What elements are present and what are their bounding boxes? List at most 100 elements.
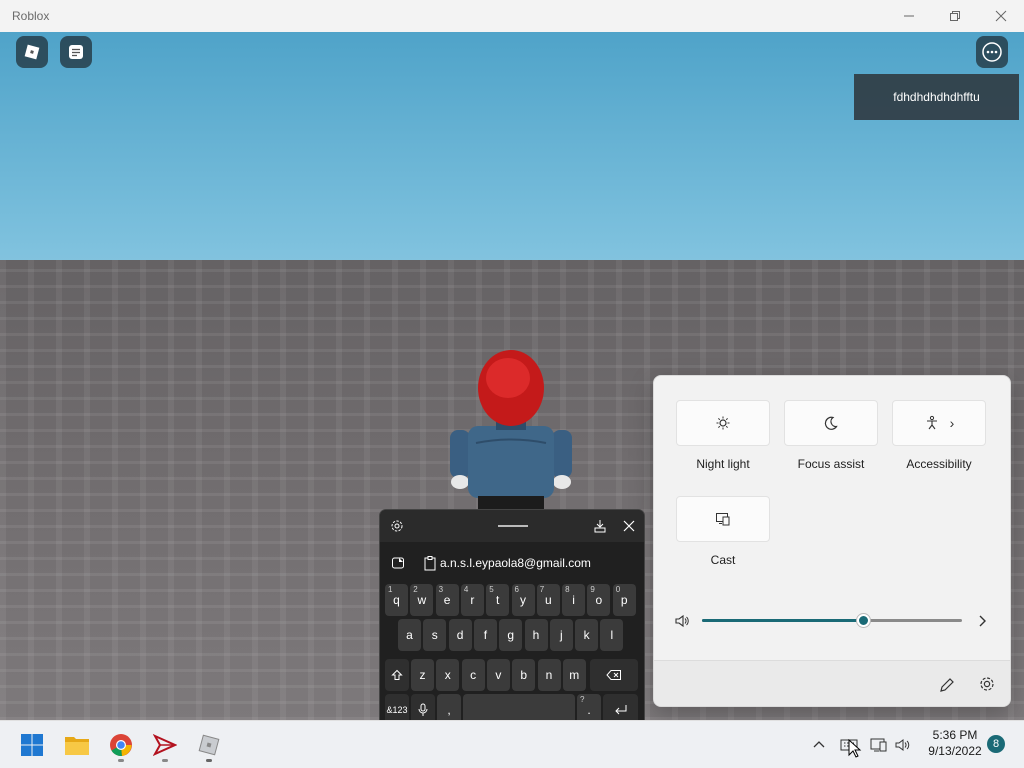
microphone-icon <box>418 703 428 716</box>
key-2-row2[interactable]: d <box>448 619 472 651</box>
focus-assist-toggle[interactable] <box>784 400 878 446</box>
enter-icon <box>614 705 626 715</box>
clipboard-icon <box>424 556 436 571</box>
key-5-row3[interactable]: n <box>537 659 561 691</box>
night-light-label: Night light <box>696 457 750 471</box>
keyboard-close-icon[interactable] <box>622 519 636 533</box>
key-2-row1[interactable]: 3e <box>435 584 459 616</box>
gear-icon[interactable] <box>978 675 996 693</box>
window-titlebar: Roblox <box>0 0 1024 32</box>
key-label: p <box>620 593 628 607</box>
key-label: q <box>393 593 400 607</box>
key-2-row3[interactable]: c <box>461 659 485 691</box>
close-icon <box>995 10 1007 22</box>
audio-output-chevron-icon[interactable] <box>976 613 990 629</box>
arrow-app-button[interactable] <box>149 729 181 761</box>
cast-toggle[interactable] <box>676 496 770 542</box>
speaker-icon[interactable] <box>674 613 690 629</box>
key-number-hint: 0 <box>615 585 621 594</box>
key-6-row3[interactable]: m <box>562 659 586 691</box>
key-label: o <box>595 593 603 607</box>
volume-slider-thumb[interactable] <box>857 614 871 627</box>
period-key-alt: ? <box>580 695 585 704</box>
key-5-row1[interactable]: 6y <box>511 584 535 616</box>
restore-icon <box>950 11 960 21</box>
minimize-icon <box>904 15 914 17</box>
key-8-row2[interactable]: l <box>600 619 624 651</box>
minimize-button[interactable] <box>886 0 932 32</box>
mouse-cursor-icon <box>848 739 862 758</box>
key-number-hint: 1 <box>388 585 393 594</box>
night-light-toggle[interactable] <box>676 400 770 446</box>
key-number-hint: 8 <box>565 585 570 594</box>
clipboard-suggestion[interactable]: a.n.s.l.eypaola8@gmail.com <box>440 556 591 570</box>
key-number-hint: 9 <box>590 585 595 594</box>
more-options-icon <box>982 42 1002 62</box>
chat-button[interactable] <box>60 36 92 68</box>
quick-settings-footer <box>654 660 1010 706</box>
network-icon[interactable] <box>870 737 888 753</box>
focus-assist-label: Focus assist <box>797 457 865 471</box>
chrome-button[interactable] <box>105 729 137 761</box>
key-label: y <box>520 593 526 607</box>
notification-badge[interactable]: 8 <box>987 735 1005 753</box>
key-1-row2[interactable]: s <box>423 619 447 651</box>
key-0-row1[interactable]: 1q <box>385 584 408 616</box>
key-3-row1[interactable]: 4r <box>460 584 484 616</box>
arrow-app-running-indicator <box>162 759 168 762</box>
key-3-row2[interactable]: f <box>473 619 497 651</box>
key-4-row3[interactable]: b <box>512 659 536 691</box>
key-6-row2[interactable]: j <box>549 619 573 651</box>
key-4-row1[interactable]: 5t <box>486 584 510 616</box>
keyboard-drag-handle[interactable] <box>498 525 528 527</box>
key-number-hint: 7 <box>539 585 545 594</box>
roblox-menu-button[interactable] <box>16 36 48 68</box>
dock-keyboard-icon[interactable] <box>593 519 607 533</box>
clock-date: 9/13/2022 <box>928 744 982 758</box>
key-number-hint: 5 <box>489 585 494 594</box>
keyboard-settings-gear-icon[interactable] <box>390 519 404 533</box>
cast-icon <box>716 513 730 526</box>
volume-tray-icon[interactable] <box>894 737 912 753</box>
focus-assist-icon <box>824 416 838 430</box>
shift-icon <box>391 669 403 680</box>
shift-key[interactable] <box>385 659 409 691</box>
chat-icon <box>69 45 83 59</box>
accessibility-icon <box>926 415 937 430</box>
chevron-up-icon[interactable] <box>812 738 826 750</box>
emoji-sticker-icon[interactable] <box>391 556 405 570</box>
accessibility-toggle[interactable]: › <box>892 400 986 446</box>
quick-settings-panel: Night light Focus assist › Accessibility… <box>653 375 1011 707</box>
close-window-button[interactable] <box>978 0 1024 32</box>
key-label: e <box>443 593 451 607</box>
key-7-row2[interactable]: k <box>575 619 599 651</box>
key-1-row1[interactable]: 2w <box>410 584 434 616</box>
key-number-hint: 4 <box>463 585 469 594</box>
roblox-taskbar-button[interactable] <box>193 729 225 761</box>
key-6-row1[interactable]: 7u <box>536 584 560 616</box>
restore-button[interactable] <box>932 0 978 32</box>
key-9-row1[interactable]: 0p <box>612 584 636 616</box>
file-explorer-button[interactable] <box>61 729 93 761</box>
taskbar-clock[interactable]: 5:36 PM 9/13/2022 <box>920 727 990 759</box>
backspace-key[interactable] <box>590 659 638 691</box>
roblox-logo-icon <box>24 44 40 60</box>
accessibility-label: Accessibility <box>906 457 972 471</box>
key-4-row2[interactable]: g <box>499 619 523 651</box>
more-options-button[interactable] <box>976 36 1008 68</box>
key-8-row1[interactable]: 9o <box>587 584 611 616</box>
pencil-icon[interactable] <box>938 676 956 694</box>
key-1-row3[interactable]: x <box>436 659 460 691</box>
roblox-app-icon <box>198 734 220 756</box>
key-label: u <box>544 593 552 607</box>
volume-slider[interactable] <box>702 614 962 627</box>
key-0-row3[interactable]: z <box>411 659 434 691</box>
key-0-row2[interactable]: a <box>398 619 421 651</box>
key-7-row1[interactable]: 8i <box>562 584 586 616</box>
start-button[interactable] <box>16 729 48 761</box>
player-notification: fdhdhdhdhdhfftu <box>854 74 1019 120</box>
key-5-row2[interactable]: h <box>524 619 548 651</box>
accessibility-chevron: › <box>949 415 955 431</box>
player-avatar <box>450 350 572 512</box>
key-3-row3[interactable]: v <box>486 659 510 691</box>
